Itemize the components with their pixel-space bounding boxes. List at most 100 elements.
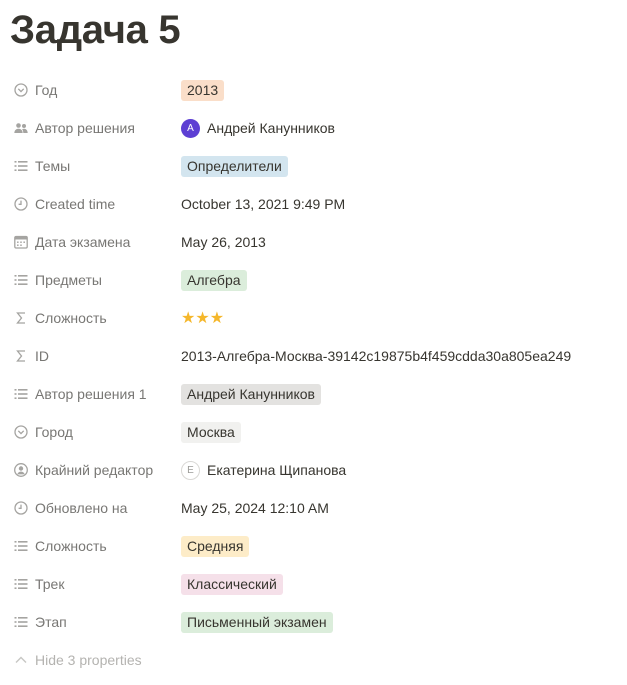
property-text: 2013-Алгебра-Москва-39142c19875b4f459cdd…: [181, 348, 572, 364]
property-value[interactable]: Классический: [181, 565, 283, 603]
property-label-text: Предметы: [35, 272, 102, 288]
property-row: Предметы Алгебра: [0, 261, 627, 299]
property-label-text: Темы: [35, 158, 71, 174]
page-title[interactable]: Задача 5: [10, 6, 181, 54]
property-label-text: ID: [35, 348, 49, 364]
property-value[interactable]: A Андрей Канунников: [181, 109, 335, 147]
property-label-text: Крайний редактор: [35, 462, 154, 478]
sigma-icon: [13, 348, 29, 364]
property-label-text: Автор решения: [35, 120, 135, 136]
property-text: October 13, 2021 9:49 PM: [181, 196, 346, 212]
clock-icon: [13, 500, 29, 516]
property-label-text: Город: [35, 424, 73, 440]
person-circle-icon: [13, 462, 29, 478]
person-mention: E Екатерина Щипанова: [181, 460, 347, 480]
select-icon: [13, 424, 29, 440]
property-label[interactable]: Сложность: [13, 527, 107, 565]
property-row: Created time October 13, 2021 9:49 PM: [0, 185, 627, 223]
tag: Алгебра: [181, 269, 247, 291]
property-label-text: Created time: [35, 196, 116, 212]
property-text: May 26, 2013: [181, 234, 266, 250]
sigma-icon: [13, 310, 29, 326]
property-text: May 25, 2024 12:10 AM: [181, 500, 329, 516]
property-value[interactable]: Определители: [181, 147, 288, 185]
property-row: Год 2013: [0, 71, 627, 109]
property-row: ID 2013-Алгебра-Москва-39142c19875b4f459c…: [0, 337, 627, 375]
property-label[interactable]: Автор решения: [13, 109, 135, 147]
tag: Классический: [181, 573, 283, 595]
property-value[interactable]: Москва: [181, 413, 241, 451]
list-icon: [13, 576, 29, 592]
property-label[interactable]: Предметы: [13, 261, 102, 299]
property-value[interactable]: October 13, 2021 9:49 PM: [181, 185, 345, 223]
list-icon: [13, 272, 29, 288]
tag: Определители: [181, 155, 288, 177]
property-row: Автор решения A Андрей Канунников: [0, 109, 627, 147]
property-label-text: Год: [35, 82, 58, 98]
hide-properties-button[interactable]: Hide 3 properties: [13, 647, 142, 673]
property-row: Этап Письменный экзамен: [0, 603, 627, 641]
tag: Письменный экзамен: [181, 611, 333, 633]
property-row: Сложность Средняя: [0, 527, 627, 565]
hide-properties-label: Hide 3 properties: [35, 652, 142, 668]
property-row: Автор решения 1 Андрей Канунников: [0, 375, 627, 413]
property-row: Крайний редактор E Екатерина Щипанова: [0, 451, 627, 489]
clock-icon: [13, 196, 29, 212]
property-label[interactable]: Created time: [13, 185, 115, 223]
property-row: Дата экзамена May 26, 2013: [0, 223, 627, 261]
property-label-text: Трек: [35, 576, 65, 592]
property-label-text: Сложность: [35, 310, 107, 326]
property-label-text: Сложность: [35, 538, 107, 554]
property-value[interactable]: Письменный экзамен: [181, 603, 333, 641]
people-icon: [13, 120, 29, 136]
property-label[interactable]: Трек: [13, 565, 64, 603]
property-label[interactable]: Сложность: [13, 299, 107, 337]
list-icon: [13, 538, 29, 554]
property-label[interactable]: Дата экзамена: [13, 223, 130, 261]
property-row: Трек Классический: [0, 565, 627, 603]
property-row: Темы Определители: [0, 147, 627, 185]
person-name: Андрей Канунников: [207, 120, 335, 136]
avatar: E: [181, 460, 200, 480]
property-label[interactable]: Темы: [13, 147, 70, 185]
list-icon: [13, 386, 29, 402]
property-value[interactable]: May 25, 2024 12:10 AM: [181, 489, 329, 527]
list-icon: [13, 158, 29, 174]
property-label[interactable]: Крайний редактор: [13, 451, 153, 489]
page: Задача 5 Год 2013 Автор решения A Андрей Кан…: [0, 0, 627, 685]
property-value[interactable]: 2013-Алгебра-Москва-39142c19875b4f459cdd…: [181, 337, 571, 375]
tag: 2013: [181, 79, 225, 101]
person-mention: A Андрей Канунников: [181, 118, 335, 138]
tag: Андрей Канунников: [181, 383, 321, 405]
property-label[interactable]: Автор решения 1: [13, 375, 147, 413]
property-value[interactable]: Алгебра: [181, 261, 247, 299]
property-label[interactable]: Город: [13, 413, 73, 451]
property-label[interactable]: ID: [13, 337, 49, 375]
property-label-text: Дата экзамена: [35, 234, 131, 250]
property-label-text: Этап: [35, 614, 67, 630]
property-value[interactable]: Средняя: [181, 527, 250, 565]
property-value[interactable]: May 26, 2013: [181, 223, 266, 261]
property-row: Город Москва: [0, 413, 627, 451]
tag: Средняя: [181, 535, 250, 557]
properties-list: Год 2013 Автор решения A Андрей Канунников Те…: [0, 71, 627, 641]
avatar: A: [181, 118, 200, 138]
person-name: Екатерина Щипанова: [207, 462, 347, 478]
property-value[interactable]: ★★★: [181, 299, 224, 337]
star-rating: ★★★: [181, 310, 225, 327]
property-value[interactable]: E Екатерина Щипанова: [181, 451, 346, 489]
calendar-icon: [13, 234, 29, 250]
select-icon: [13, 82, 29, 98]
property-row: Сложность ★★★: [0, 299, 627, 337]
property-value[interactable]: Андрей Канунников: [181, 375, 321, 413]
property-value[interactable]: 2013: [181, 71, 225, 109]
property-label[interactable]: Год: [13, 71, 57, 109]
list-icon: [13, 614, 29, 630]
chevron-up-icon: [13, 652, 29, 668]
property-row: Обновлено на May 25, 2024 12:10 AM: [0, 489, 627, 527]
tag: Москва: [181, 421, 241, 443]
property-label-text: Автор решения 1: [35, 386, 147, 402]
property-label[interactable]: Этап: [13, 603, 67, 641]
property-label-text: Обновлено на: [35, 500, 128, 516]
property-label[interactable]: Обновлено на: [13, 489, 127, 527]
